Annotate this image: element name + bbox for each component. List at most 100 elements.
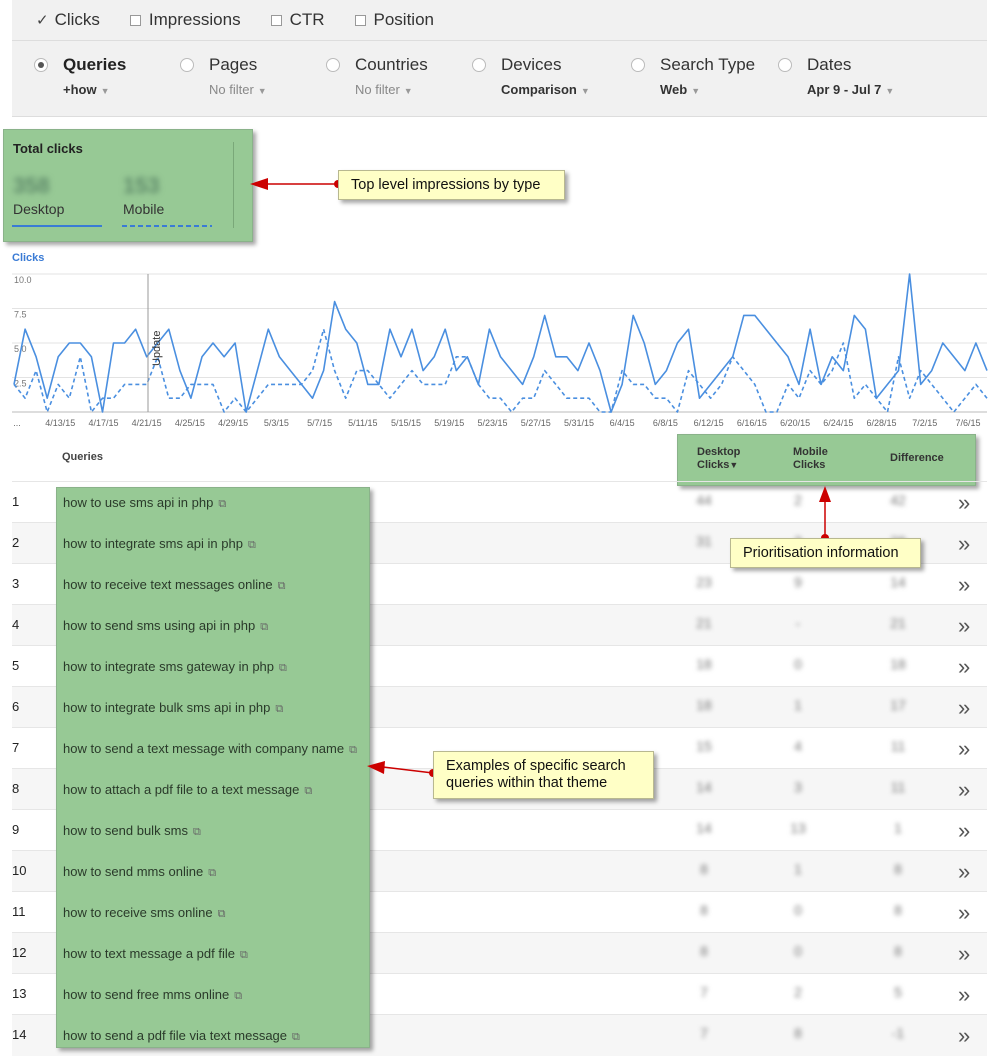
query-link[interactable]: how to send a text message with company … xyxy=(63,741,357,757)
external-link-icon[interactable]: ⧉ xyxy=(208,867,216,879)
x-tick-label: ... xyxy=(13,418,21,428)
metric-position[interactable]: Position xyxy=(354,10,434,30)
checkbox[interactable] xyxy=(129,14,141,26)
external-link-icon[interactable]: ⧉ xyxy=(292,1031,300,1043)
filter-pages-value[interactable]: No filter ▼ xyxy=(209,82,267,97)
filter-search-type-value[interactable]: Web ▼ xyxy=(660,82,700,97)
query-link[interactable]: how to send free mms online ⧉ xyxy=(63,987,242,1003)
mobile-clicks-cell: - xyxy=(795,615,801,631)
external-link-icon[interactable]: ⧉ xyxy=(278,580,286,592)
double-chevron-right-icon[interactable]: » xyxy=(958,736,970,762)
x-tick-label: 4/13/15 xyxy=(45,418,75,428)
x-tick-label: 5/7/15 xyxy=(307,418,332,428)
query-link[interactable]: how to attach a pdf file to a text messa… xyxy=(63,782,312,798)
metric-ctr[interactable]: CTR xyxy=(270,10,325,30)
radio-button[interactable] xyxy=(326,58,340,72)
metric-impressions[interactable]: Impressions xyxy=(129,10,241,30)
desktop-clicks-header[interactable]: Desktop Clicks▼ xyxy=(697,446,740,472)
queries-column-header[interactable]: Queries xyxy=(62,451,103,463)
double-chevron-right-icon[interactable]: » xyxy=(958,941,970,967)
double-chevron-right-icon[interactable]: » xyxy=(958,900,970,926)
desktop-clicks-cell: 8 xyxy=(700,861,708,877)
double-chevron-right-icon[interactable]: » xyxy=(958,1023,970,1049)
divider xyxy=(233,142,234,228)
row-number: 11 xyxy=(12,904,26,919)
dropdown-caret-icon: ▼ xyxy=(885,86,895,96)
radio-button[interactable] xyxy=(472,58,486,72)
desktop-clicks-cell: 7 xyxy=(700,984,708,1000)
comparison-header-panel: Desktop Clicks▼ Mobile Clicks Difference xyxy=(677,434,976,486)
double-chevron-right-icon[interactable]: » xyxy=(958,613,970,639)
external-link-icon[interactable]: ⧉ xyxy=(260,621,268,633)
query-link[interactable]: how to integrate sms gateway in php ⧉ xyxy=(63,659,287,675)
callout-examples: Examples of specific search queries with… xyxy=(433,751,654,799)
query-link[interactable]: how to receive sms online ⧉ xyxy=(63,905,225,921)
checkbox[interactable] xyxy=(354,14,366,26)
double-chevron-right-icon[interactable]: » xyxy=(958,572,970,598)
sort-desc-icon: ▼ xyxy=(729,460,739,470)
external-link-icon[interactable]: ⧉ xyxy=(304,785,312,797)
filter-devices-value[interactable]: Comparison ▼ xyxy=(501,82,590,97)
desktop-clicks-cell: 23 xyxy=(696,574,712,590)
callout-arrow-top xyxy=(250,178,342,190)
row-number: 14 xyxy=(12,1027,27,1042)
mobile-clicks-cell: 4 xyxy=(794,738,802,754)
external-link-icon[interactable]: ⧉ xyxy=(349,744,357,756)
external-link-icon[interactable]: ⧉ xyxy=(193,826,201,838)
checkbox[interactable] xyxy=(270,14,282,26)
metric-clicks[interactable]: ✓ Clicks xyxy=(36,10,100,30)
difference-cell: -1 xyxy=(891,1025,905,1041)
query-link[interactable]: how to integrate bulk sms api in php ⧉ xyxy=(63,700,283,716)
mobile-clicks-cell: 8 xyxy=(794,1025,802,1041)
mobile-clicks-cell: 2 xyxy=(794,492,802,508)
double-chevron-right-icon[interactable]: » xyxy=(958,654,970,680)
row-number: 4 xyxy=(12,617,20,632)
external-link-icon[interactable]: ⧉ xyxy=(240,949,248,961)
double-chevron-right-icon[interactable]: » xyxy=(958,818,970,844)
double-chevron-right-icon[interactable]: » xyxy=(958,982,970,1008)
dropdown-caret-icon: ▼ xyxy=(403,86,413,96)
query-link[interactable]: how to send sms using api in php ⧉ xyxy=(63,618,268,634)
double-chevron-right-icon[interactable]: » xyxy=(958,777,970,803)
query-link[interactable]: how to text message a pdf file ⧉ xyxy=(63,946,248,962)
desktop-label: Desktop xyxy=(13,201,65,217)
query-link[interactable]: how to send mms online ⧉ xyxy=(63,864,216,880)
difference-cell: 11 xyxy=(890,738,906,754)
filter-queries-value[interactable]: +how ▼ xyxy=(63,82,110,97)
external-link-icon[interactable]: ⧉ xyxy=(279,662,287,674)
query-link[interactable]: how to send bulk sms ⧉ xyxy=(63,823,201,839)
row-number: 13 xyxy=(12,986,27,1001)
double-chevron-right-icon[interactable]: » xyxy=(958,859,970,885)
desktop-clicks-cell: 7 xyxy=(700,1025,708,1041)
external-link-icon[interactable]: ⧉ xyxy=(275,703,283,715)
difference-cell: 17 xyxy=(890,697,906,713)
y-tick-label: 10.0 xyxy=(14,275,32,285)
external-link-icon[interactable]: ⧉ xyxy=(248,539,256,551)
x-tick-label: 7/2/15 xyxy=(912,418,937,428)
query-link[interactable]: how to receive text messages online ⧉ xyxy=(63,577,285,593)
query-link[interactable]: how to send a pdf file via text message ⧉ xyxy=(63,1028,300,1044)
radio-button[interactable] xyxy=(180,58,194,72)
radio-button[interactable] xyxy=(778,58,792,72)
external-link-icon[interactable]: ⧉ xyxy=(218,498,226,510)
filter-bar: Queries +how ▼ Pages No filter ▼ Countries… xyxy=(12,41,987,117)
radio-button[interactable] xyxy=(34,58,48,72)
query-link[interactable]: how to use sms api in php ⧉ xyxy=(63,495,226,511)
double-chevron-right-icon[interactable]: » xyxy=(958,490,970,516)
radio-button[interactable] xyxy=(631,58,645,72)
mobile-clicks-header[interactable]: Mobile Clicks xyxy=(793,446,828,472)
difference-header[interactable]: Difference xyxy=(890,452,944,465)
difference-cell: 8 xyxy=(894,861,902,877)
x-tick-label: 6/20/15 xyxy=(780,418,810,428)
difference-cell: 5 xyxy=(894,984,902,1000)
external-link-icon[interactable]: ⧉ xyxy=(234,990,242,1002)
mobile-clicks-cell: 9 xyxy=(794,574,802,590)
callout-prioritisation: Prioritisation information xyxy=(730,538,921,568)
external-link-icon[interactable]: ⧉ xyxy=(218,908,226,920)
query-link[interactable]: how to integrate sms api in php ⧉ xyxy=(63,536,256,552)
filter-dates-value[interactable]: Apr 9 - Jul 7 ▼ xyxy=(807,82,894,97)
filter-countries-value[interactable]: No filter ▼ xyxy=(355,82,413,97)
dropdown-caret-icon: ▼ xyxy=(580,86,590,96)
double-chevron-right-icon[interactable]: » xyxy=(958,531,970,557)
double-chevron-right-icon[interactable]: » xyxy=(958,695,970,721)
